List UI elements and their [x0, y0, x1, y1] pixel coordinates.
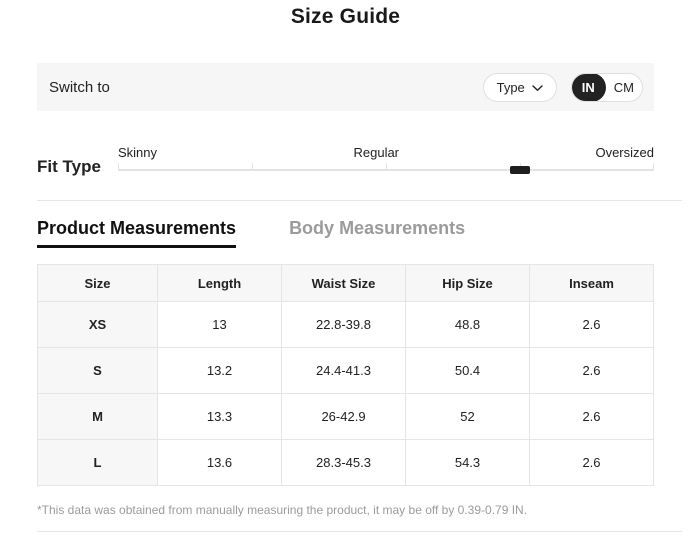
fit-scale-skinny: Skinny [118, 145, 158, 160]
cell-waist: 26-42.9 [281, 393, 406, 440]
cell-waist: 24.4-41.3 [281, 347, 406, 394]
cell-inseam: 2.6 [529, 393, 654, 440]
cell-hip: 52 [405, 393, 530, 440]
size-guide-modal: Size Guide Switch to Type IN CM Fit Type… [0, 0, 689, 537]
cell-waist: 22.8-39.8 [281, 301, 406, 348]
cell-waist: 28.3-45.3 [281, 439, 406, 486]
cell-hip: 54.3 [405, 439, 530, 486]
fit-marker [510, 166, 530, 174]
cell-size: S [37, 347, 158, 394]
fit-type-label: Fit Type [37, 157, 101, 176]
col-header-hip: Hip Size [405, 264, 530, 302]
table-row: L 13.6 28.3-45.3 54.3 2.6 [37, 439, 654, 486]
tab-product-measurements[interactable]: Product Measurements [37, 217, 237, 248]
table-row: M 13.3 26-42.9 52 2.6 [37, 393, 654, 440]
col-header-length: Length [157, 264, 282, 302]
switch-to-label: Switch to [49, 78, 110, 96]
cell-hip: 48.8 [405, 301, 530, 348]
fit-scale-oversized: Oversized [595, 145, 654, 160]
footnote: *This data was obtained from manually me… [37, 503, 528, 517]
cell-length: 13.3 [157, 393, 282, 440]
fit-type-section: Fit Type Skinny Regular Oversized [37, 146, 654, 177]
table-header-row: Size Length Waist Size Hip Size Inseam [37, 264, 654, 302]
chevron-down-icon [532, 80, 543, 95]
type-dropdown-button[interactable]: Type [482, 72, 557, 102]
cell-hip: 50.4 [405, 347, 530, 394]
unit-toggle: IN CM [570, 72, 643, 102]
fit-scale-labels: Skinny Regular Oversized [118, 146, 654, 159]
cell-inseam: 2.6 [529, 301, 654, 348]
table-row: S 13.2 24.4-41.3 50.4 2.6 [37, 347, 654, 394]
fit-track [118, 163, 654, 174]
size-table: Size Length Waist Size Hip Size Inseam X… [37, 264, 654, 486]
cell-size: M [37, 393, 158, 440]
bottom-divider [37, 531, 682, 532]
cell-length: 13.2 [157, 347, 282, 394]
fit-type-slider: Skinny Regular Oversized [118, 146, 654, 177]
measurement-tabs: Product Measurements Body Measurements [37, 217, 654, 248]
fit-track-tick [118, 163, 119, 171]
col-header-inseam: Inseam [529, 264, 654, 302]
table-row: XS 13 22.8-39.8 48.8 2.6 [37, 301, 654, 348]
cell-inseam: 2.6 [529, 439, 654, 486]
cell-size: L [37, 439, 158, 486]
section-divider [37, 200, 682, 201]
unit-option-cm[interactable]: CM [606, 74, 642, 101]
fit-track-tick [386, 163, 387, 171]
page-title: Size Guide [290, 5, 401, 28]
cell-length: 13.6 [157, 439, 282, 486]
cell-size: XS [37, 301, 158, 348]
cell-inseam: 2.6 [529, 347, 654, 394]
fit-track-tick [252, 163, 253, 171]
fit-scale-regular: Regular [353, 145, 400, 160]
col-header-size: Size [37, 264, 158, 302]
cell-length: 13 [157, 301, 282, 348]
col-header-waist: Waist Size [281, 264, 406, 302]
fit-track-tick [653, 163, 654, 171]
tab-body-measurements[interactable]: Body Measurements [289, 217, 465, 248]
switch-bar: Switch to Type IN CM [37, 63, 654, 111]
type-dropdown-label: Type [496, 79, 525, 95]
unit-option-in[interactable]: IN [571, 73, 606, 101]
switch-controls: Type IN CM [482, 72, 643, 102]
